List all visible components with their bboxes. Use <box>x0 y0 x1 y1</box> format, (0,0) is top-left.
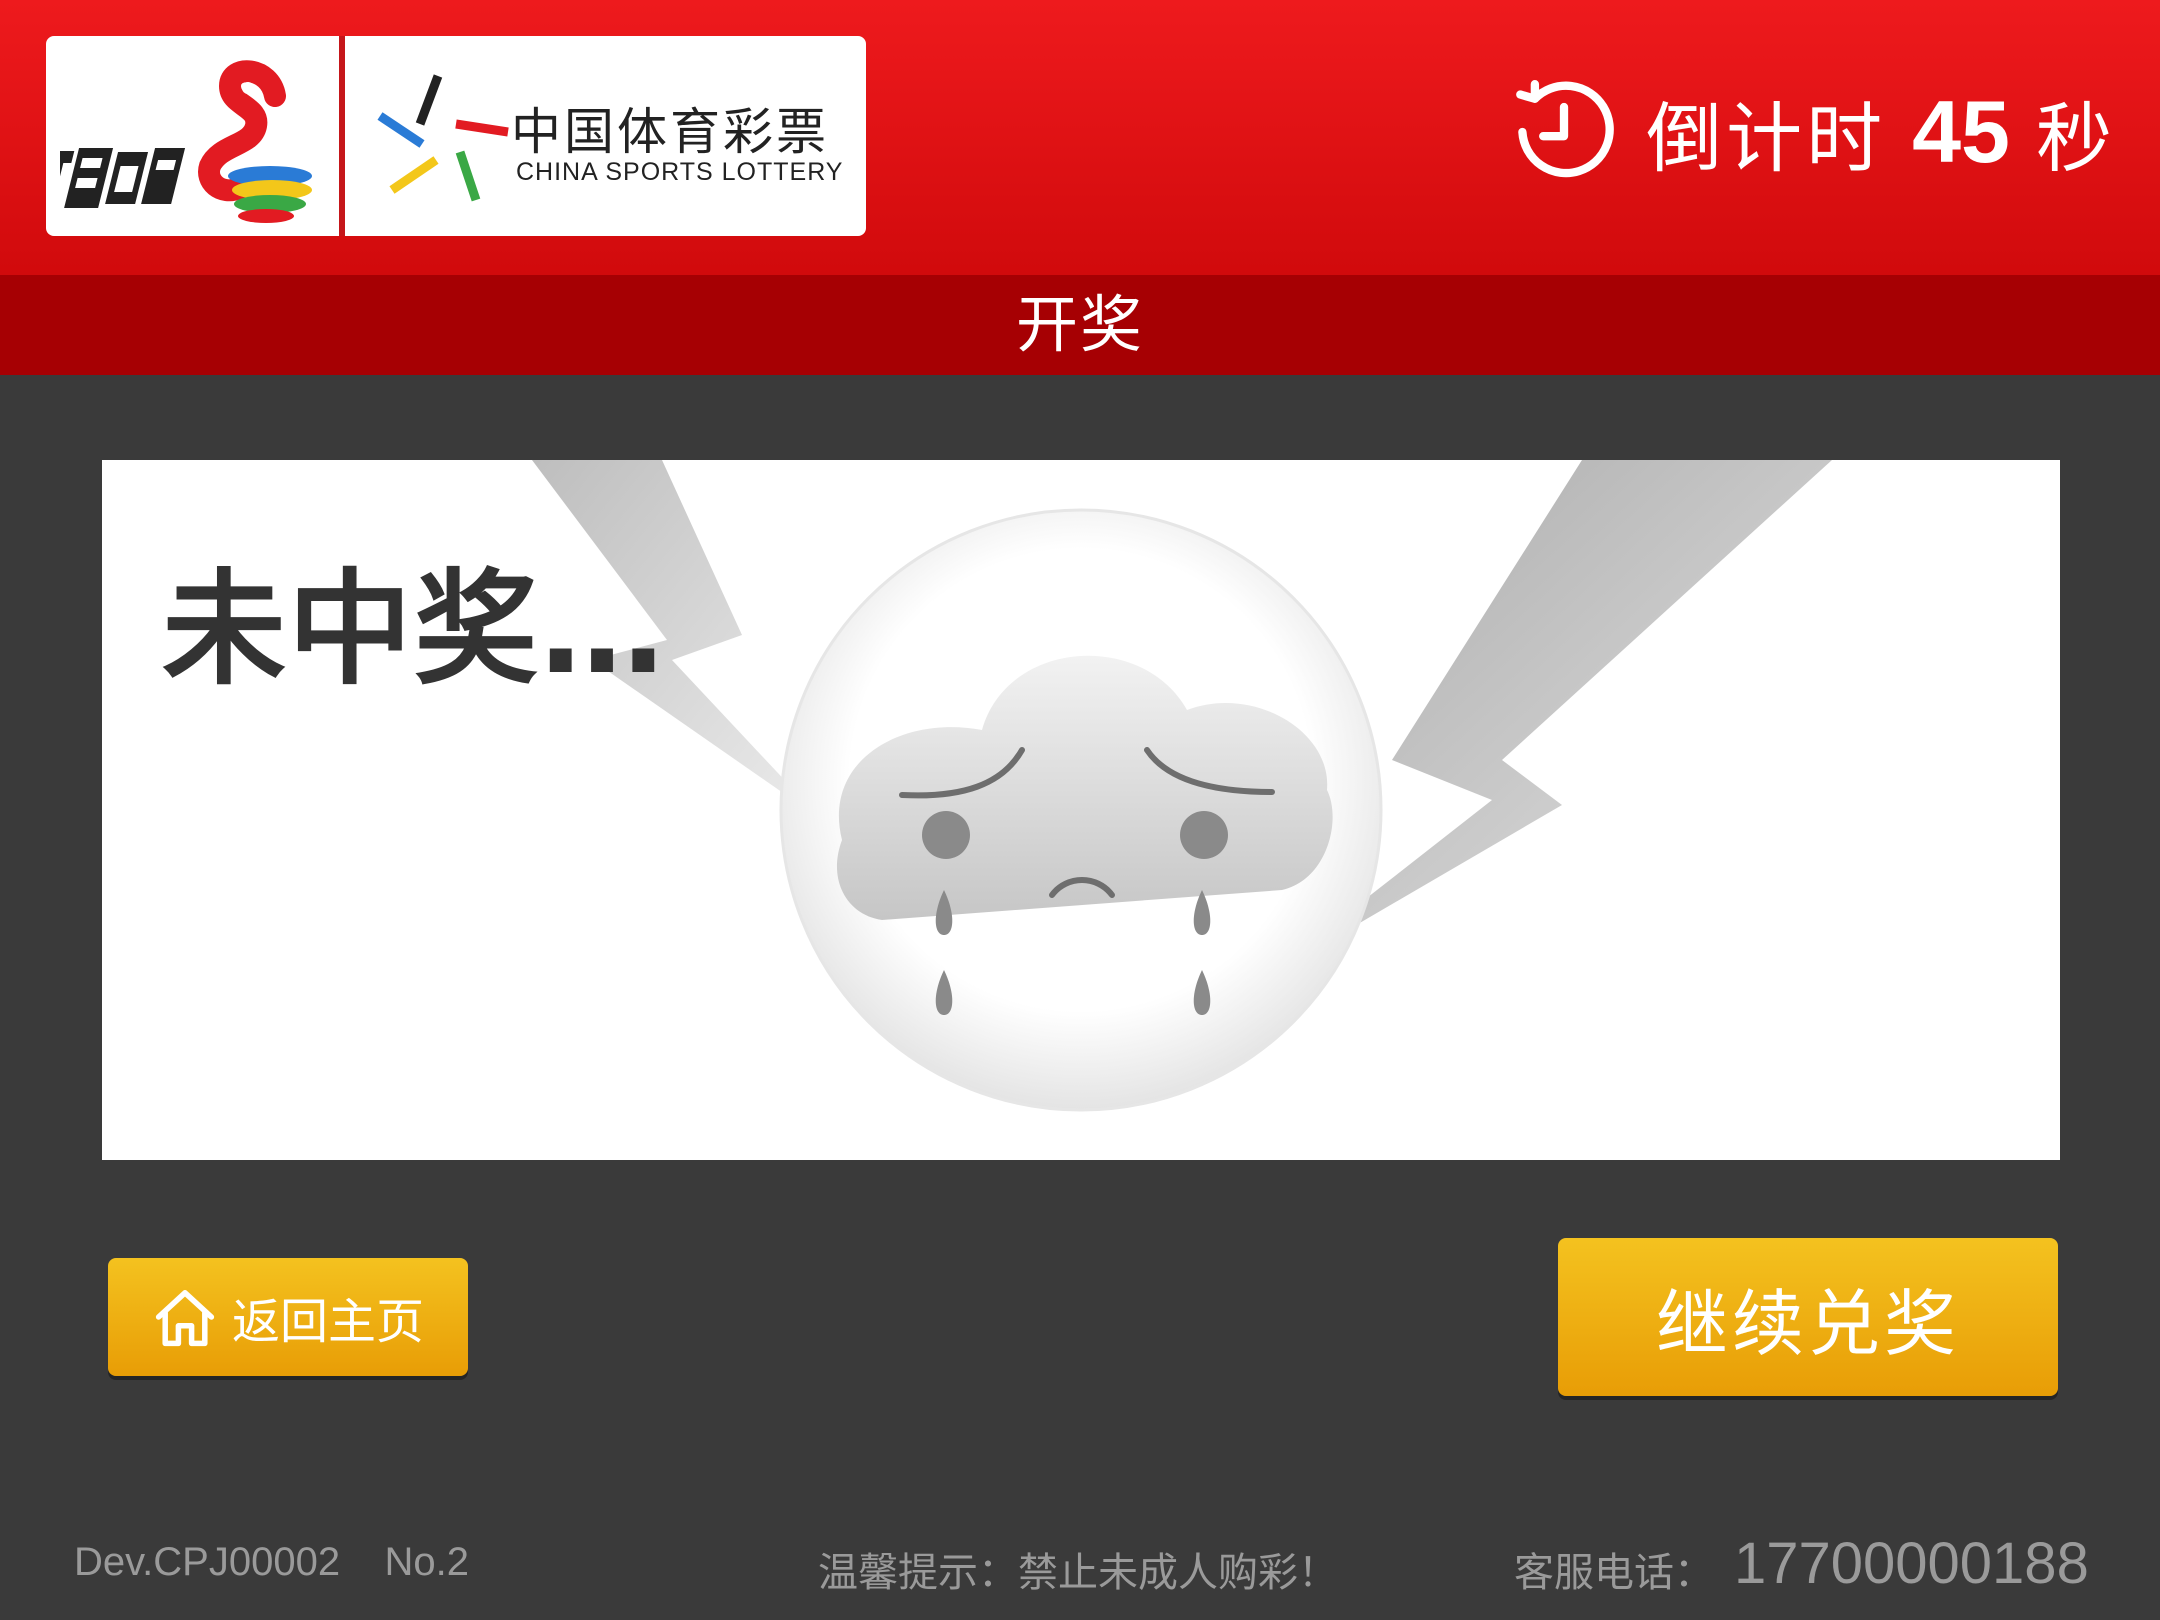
warning-tip: 温馨提示：禁止未成人购彩！ <box>818 1550 1338 1596</box>
dingguagua-logo-icon <box>60 60 312 223</box>
service-phone: 17700000188 <box>1734 1531 2089 1596</box>
result-panel: 未中奖… <box>102 460 2060 1160</box>
countdown-unit: 秒 <box>2036 94 2112 183</box>
page-title: 开奖 <box>1015 288 1144 361</box>
result-title: 未中奖… <box>162 558 667 702</box>
service-label: 客服电话： <box>1514 1550 1714 1596</box>
header-bar: 中国体育彩票 CHINA SPORTS LOTTERY 倒计时 45 秒 <box>0 0 2160 275</box>
continue-redeem-button[interactable]: 继续兑奖 <box>1558 1238 2058 1396</box>
sports-lottery-star-icon <box>377 74 509 202</box>
brand-name-en: CHINA SPORTS LOTTERY <box>516 158 844 186</box>
clock-countdown-icon <box>1516 80 1614 178</box>
footer: Dev.CPJ00002 No.2 温馨提示：禁止未成人购彩！ 客服电话： 17… <box>0 1531 2160 1600</box>
countdown-label: 倒计时 <box>1646 94 1887 183</box>
device-id: Dev.CPJ00002 No.2 <box>74 1540 470 1584</box>
return-home-button[interactable]: 返回主页 <box>108 1258 468 1376</box>
countdown: 倒计时 45 秒 <box>1512 72 2112 192</box>
page-title-bar: 开奖 <box>0 275 2160 375</box>
brand-name-cn: 中国体育彩票 <box>511 103 829 161</box>
return-home-label: 返回主页 <box>231 1294 424 1350</box>
continue-redeem-label: 继续兑奖 <box>1655 1281 1960 1366</box>
logo-card: 中国体育彩票 CHINA SPORTS LOTTERY <box>46 36 866 236</box>
home-icon <box>155 1290 215 1347</box>
logo-divider <box>339 36 345 236</box>
countdown-seconds: 45 <box>1912 82 2010 181</box>
